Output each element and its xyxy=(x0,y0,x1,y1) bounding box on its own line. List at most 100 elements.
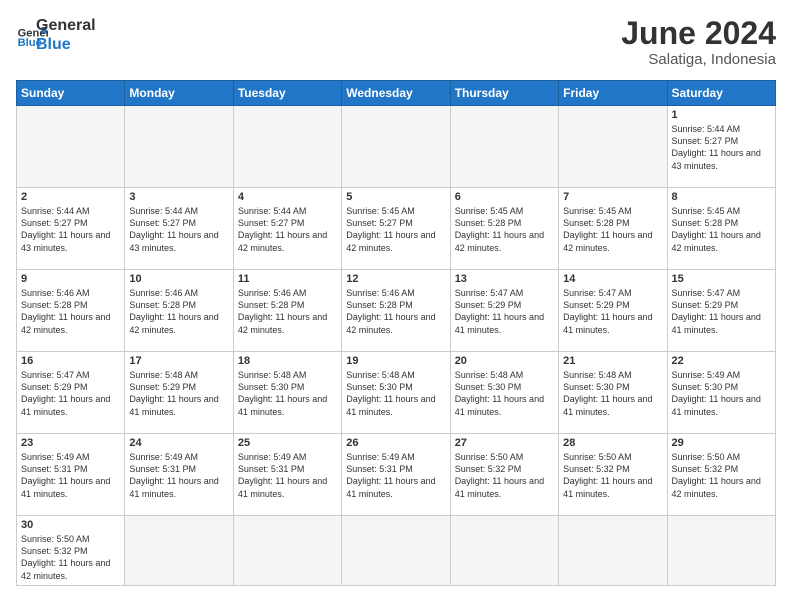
calendar-week-row: 9 Sunrise: 5:46 AM Sunset: 5:28 PM Daylig… xyxy=(17,270,776,352)
day-info: Sunrise: 5:49 AM Sunset: 5:31 PM Dayligh… xyxy=(129,451,228,500)
day-number: 3 xyxy=(129,191,228,203)
calendar-day-cell: 1 Sunrise: 5:44 AM Sunset: 5:27 PM Daylig… xyxy=(667,106,775,188)
day-number: 28 xyxy=(563,437,662,449)
day-number: 11 xyxy=(238,273,337,285)
day-info: Sunrise: 5:45 AM Sunset: 5:27 PM Dayligh… xyxy=(346,205,445,254)
calendar-day-cell: 29 Sunrise: 5:50 AM Sunset: 5:32 PM Dayli… xyxy=(667,434,775,516)
day-info: Sunrise: 5:50 AM Sunset: 5:32 PM Dayligh… xyxy=(672,451,771,500)
calendar-day-cell: 5 Sunrise: 5:45 AM Sunset: 5:27 PM Daylig… xyxy=(342,188,450,270)
calendar-day-cell: 4 Sunrise: 5:44 AM Sunset: 5:27 PM Daylig… xyxy=(233,188,341,270)
calendar-day-cell: 9 Sunrise: 5:46 AM Sunset: 5:28 PM Daylig… xyxy=(17,270,125,352)
weekday-header-monday: Monday xyxy=(125,81,233,106)
calendar-day-cell: 6 Sunrise: 5:45 AM Sunset: 5:28 PM Daylig… xyxy=(450,188,558,270)
day-number: 21 xyxy=(563,355,662,367)
weekday-header-friday: Friday xyxy=(559,81,667,106)
calendar-day-cell: 23Sunrise: 5:49 AM Sunset: 5:31 PM Dayli… xyxy=(17,434,125,516)
calendar-day-cell xyxy=(450,106,558,188)
calendar-day-cell: 30 Sunrise: 5:50 AM Sunset: 5:32 PM Dayli… xyxy=(17,516,125,586)
day-number: 14 xyxy=(563,273,662,285)
weekday-header-saturday: Saturday xyxy=(667,81,775,106)
day-info: Sunrise: 5:46 AM Sunset: 5:28 PM Dayligh… xyxy=(129,287,228,336)
day-info: Sunrise: 5:45 AM Sunset: 5:28 PM Dayligh… xyxy=(455,205,554,254)
calendar-day-cell: 12Sunrise: 5:46 AM Sunset: 5:28 PM Dayli… xyxy=(342,270,450,352)
day-info: Sunrise: 5:48 AM Sunset: 5:29 PM Dayligh… xyxy=(129,369,228,418)
day-info: Sunrise: 5:49 AM Sunset: 5:31 PM Dayligh… xyxy=(238,451,337,500)
calendar-table: SundayMondayTuesdayWednesdayThursdayFrid… xyxy=(16,80,776,586)
calendar-day-cell: 19Sunrise: 5:48 AM Sunset: 5:30 PM Dayli… xyxy=(342,352,450,434)
calendar-week-row: 16 Sunrise: 5:47 AM Sunset: 5:29 PM Dayli… xyxy=(17,352,776,434)
weekday-header-thursday: Thursday xyxy=(450,81,558,106)
day-number: 5 xyxy=(346,191,445,203)
day-number: 30 xyxy=(21,519,120,531)
month-title: June 2024 xyxy=(621,16,776,51)
calendar-day-cell: 25 Sunrise: 5:49 AM Sunset: 5:31 PM Dayli… xyxy=(233,434,341,516)
calendar-day-cell xyxy=(559,106,667,188)
day-number: 22 xyxy=(672,355,771,367)
calendar-day-cell: 13 Sunrise: 5:47 AM Sunset: 5:29 PM Dayli… xyxy=(450,270,558,352)
calendar-day-cell xyxy=(450,516,558,586)
day-info: Sunrise: 5:48 AM Sunset: 5:30 PM Dayligh… xyxy=(346,369,445,418)
day-number: 24 xyxy=(129,437,228,449)
day-info: Sunrise: 5:47 AM Sunset: 5:29 PM Dayligh… xyxy=(672,287,771,336)
title-block: June 2024 Salatiga, Indonesia xyxy=(621,16,776,68)
day-number: 20 xyxy=(455,355,554,367)
calendar-day-cell: 15 Sunrise: 5:47 AM Sunset: 5:29 PM Dayli… xyxy=(667,270,775,352)
calendar-day-cell: 22Sunrise: 5:49 AM Sunset: 5:30 PM Dayli… xyxy=(667,352,775,434)
calendar-day-cell: 10Sunrise: 5:46 AM Sunset: 5:28 PM Dayli… xyxy=(125,270,233,352)
weekday-header-sunday: Sunday xyxy=(17,81,125,106)
day-info: Sunrise: 5:49 AM Sunset: 5:31 PM Dayligh… xyxy=(21,451,120,500)
day-number: 4 xyxy=(238,191,337,203)
day-number: 1 xyxy=(672,109,771,121)
day-number: 29 xyxy=(672,437,771,449)
day-number: 18 xyxy=(238,355,337,367)
calendar-day-cell: 16 Sunrise: 5:47 AM Sunset: 5:29 PM Dayli… xyxy=(17,352,125,434)
calendar-week-row: 23Sunrise: 5:49 AM Sunset: 5:31 PM Dayli… xyxy=(17,434,776,516)
day-info: Sunrise: 5:44 AM Sunset: 5:27 PM Dayligh… xyxy=(238,205,337,254)
day-info: Sunrise: 5:48 AM Sunset: 5:30 PM Dayligh… xyxy=(455,369,554,418)
day-number: 6 xyxy=(455,191,554,203)
day-info: Sunrise: 5:47 AM Sunset: 5:29 PM Dayligh… xyxy=(563,287,662,336)
logo: General Blue General Blue xyxy=(16,16,96,54)
day-number: 13 xyxy=(455,273,554,285)
day-info: Sunrise: 5:47 AM Sunset: 5:29 PM Dayligh… xyxy=(455,287,554,336)
logo-blue: Blue xyxy=(36,35,96,54)
day-info: Sunrise: 5:47 AM Sunset: 5:29 PM Dayligh… xyxy=(21,369,120,418)
day-info: Sunrise: 5:50 AM Sunset: 5:32 PM Dayligh… xyxy=(455,451,554,500)
day-number: 9 xyxy=(21,273,120,285)
day-number: 12 xyxy=(346,273,445,285)
weekday-header-row: SundayMondayTuesdayWednesdayThursdayFrid… xyxy=(17,81,776,106)
calendar-day-cell xyxy=(17,106,125,188)
calendar-day-cell: 8Sunrise: 5:45 AM Sunset: 5:28 PM Daylig… xyxy=(667,188,775,270)
day-info: Sunrise: 5:46 AM Sunset: 5:28 PM Dayligh… xyxy=(238,287,337,336)
calendar-day-cell: 24 Sunrise: 5:49 AM Sunset: 5:31 PM Dayli… xyxy=(125,434,233,516)
day-number: 27 xyxy=(455,437,554,449)
calendar-day-cell: 17 Sunrise: 5:48 AM Sunset: 5:29 PM Dayli… xyxy=(125,352,233,434)
logo-general: General xyxy=(36,16,96,35)
day-number: 2 xyxy=(21,191,120,203)
calendar-day-cell: 14 Sunrise: 5:47 AM Sunset: 5:29 PM Dayli… xyxy=(559,270,667,352)
calendar-day-cell: 2Sunrise: 5:44 AM Sunset: 5:27 PM Daylig… xyxy=(17,188,125,270)
day-info: Sunrise: 5:49 AM Sunset: 5:31 PM Dayligh… xyxy=(346,451,445,500)
calendar-day-cell: 20 Sunrise: 5:48 AM Sunset: 5:30 PM Dayli… xyxy=(450,352,558,434)
location: Salatiga, Indonesia xyxy=(621,51,776,68)
day-number: 25 xyxy=(238,437,337,449)
calendar-day-cell: 27 Sunrise: 5:50 AM Sunset: 5:32 PM Dayli… xyxy=(450,434,558,516)
weekday-header-tuesday: Tuesday xyxy=(233,81,341,106)
weekday-header-wednesday: Wednesday xyxy=(342,81,450,106)
calendar-week-row: 2 Sunrise: 5:44 AM Sunset: 5:27 PM Daylig… xyxy=(17,188,776,270)
day-number: 15 xyxy=(672,273,771,285)
day-number: 7 xyxy=(563,191,662,203)
day-info: Sunrise: 5:50 AM Sunset: 5:32 PM Dayligh… xyxy=(21,533,120,582)
calendar-week-row: 1 Sunrise: 5:44 AM Sunset: 5:27 PM Daylig… xyxy=(17,106,776,188)
day-info: Sunrise: 5:45 AM Sunset: 5:28 PM Dayligh… xyxy=(672,205,771,254)
calendar-day-cell xyxy=(233,106,341,188)
day-number: 17 xyxy=(129,355,228,367)
day-info: Sunrise: 5:44 AM Sunset: 5:27 PM Dayligh… xyxy=(672,123,771,172)
day-info: Sunrise: 5:46 AM Sunset: 5:28 PM Dayligh… xyxy=(21,287,120,336)
calendar-day-cell: 18Sunrise: 5:48 AM Sunset: 5:30 PM Dayli… xyxy=(233,352,341,434)
calendar-week-row: 30 Sunrise: 5:50 AM Sunset: 5:32 PM Dayli… xyxy=(17,516,776,586)
calendar-day-cell: 28 Sunrise: 5:50 AM Sunset: 5:32 PM Dayli… xyxy=(559,434,667,516)
calendar-day-cell xyxy=(342,106,450,188)
day-info: Sunrise: 5:50 AM Sunset: 5:32 PM Dayligh… xyxy=(563,451,662,500)
day-number: 16 xyxy=(21,355,120,367)
